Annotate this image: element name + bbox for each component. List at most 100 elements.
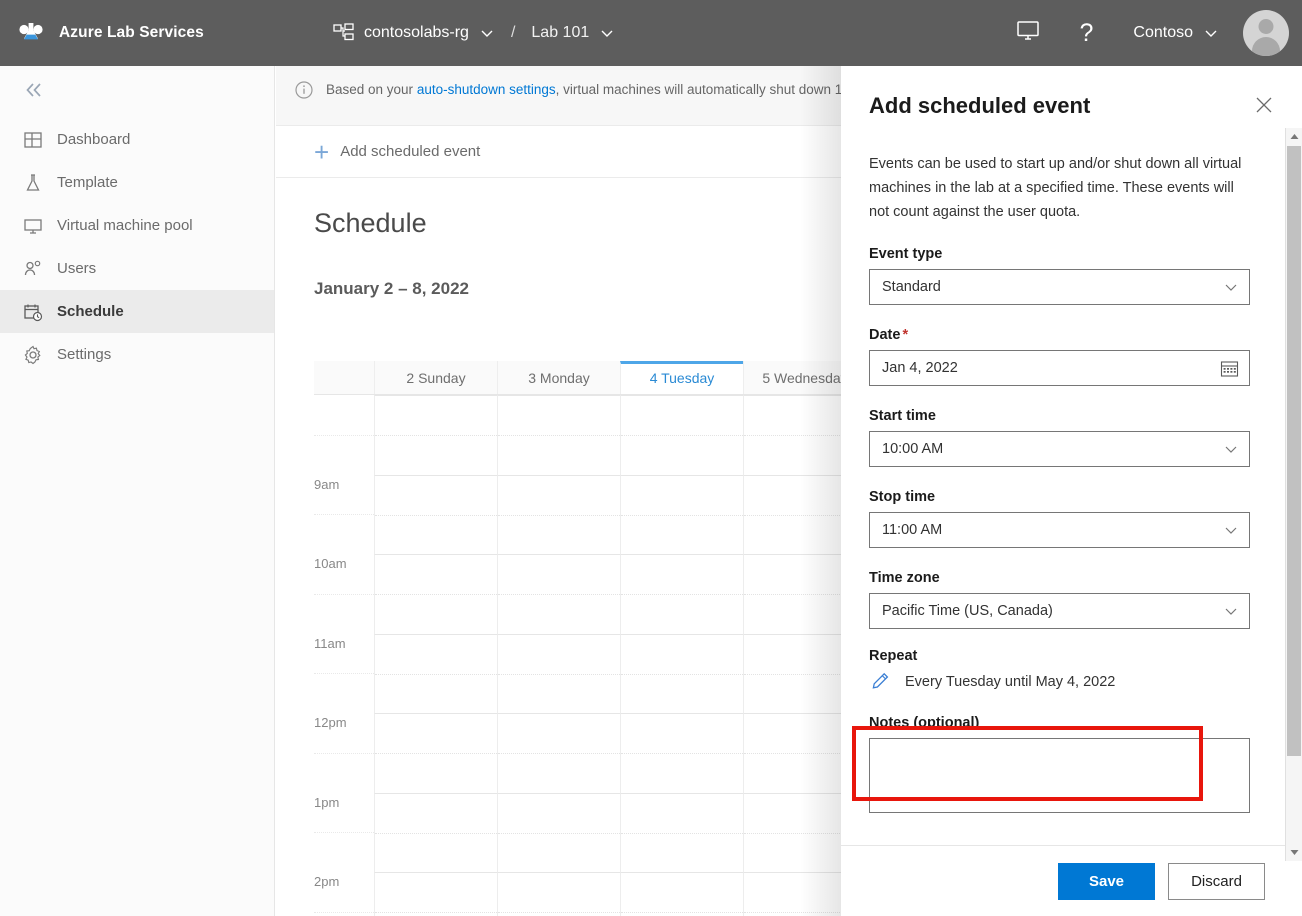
calendar-day-header-selected[interactable]: 4 Tuesday bbox=[620, 361, 743, 394]
panel-scrollbar[interactable] bbox=[1285, 128, 1302, 861]
sidebar-collapse-button[interactable] bbox=[0, 66, 274, 118]
start-time-value: 10:00 AM bbox=[882, 441, 943, 457]
sidebar-item-label: Schedule bbox=[57, 303, 124, 320]
repeat-field: Repeat Every Tuesday until May 4, 2022 bbox=[869, 648, 1250, 693]
sidebar: Dashboard Template Virtual machine pool bbox=[0, 66, 275, 916]
help-button[interactable]: ? bbox=[1060, 0, 1114, 66]
calendar-cell[interactable] bbox=[620, 872, 743, 916]
chevron-down-icon[interactable] bbox=[599, 25, 615, 41]
close-icon bbox=[1254, 102, 1274, 119]
calendar-cell[interactable] bbox=[620, 554, 743, 634]
sidebar-item-schedule[interactable]: Schedule bbox=[0, 290, 274, 333]
sidebar-item-virtual-machine-pool[interactable]: Virtual machine pool bbox=[0, 204, 274, 247]
calendar-cell[interactable] bbox=[374, 793, 497, 873]
calendar-cell[interactable] bbox=[620, 793, 743, 873]
calendar-cell[interactable] bbox=[497, 634, 620, 714]
sidebar-item-settings[interactable]: Settings bbox=[0, 333, 274, 376]
time-zone-select[interactable]: Pacific Time (US, Canada) bbox=[869, 593, 1250, 629]
info-text-before: Based on your bbox=[326, 82, 417, 97]
sidebar-item-label: Template bbox=[57, 174, 118, 191]
stop-time-label: Stop time bbox=[869, 489, 1250, 505]
calendar-cell[interactable] bbox=[620, 475, 743, 555]
calendar-icon[interactable] bbox=[1220, 359, 1239, 378]
calendar-cell[interactable] bbox=[620, 395, 743, 475]
sidebar-item-label: Dashboard bbox=[57, 131, 130, 148]
add-scheduled-event-label: Add scheduled event bbox=[340, 143, 480, 160]
double-chevron-left-icon bbox=[22, 80, 46, 105]
monitor-icon-button[interactable] bbox=[996, 0, 1060, 66]
scroll-down-arrow-icon[interactable] bbox=[1286, 844, 1302, 861]
calendar-cell[interactable] bbox=[497, 554, 620, 634]
save-button[interactable]: Save bbox=[1058, 863, 1155, 900]
chevron-down-icon bbox=[1223, 441, 1239, 457]
azure-lab-services-app: Azure Lab Services contosolabs-rg / Lab … bbox=[0, 0, 1302, 916]
calendar-cell[interactable] bbox=[374, 475, 497, 555]
calendar-time-label: 1pm bbox=[314, 793, 374, 873]
calendar-time-label: 11am bbox=[314, 634, 374, 714]
date-label: Date* bbox=[869, 327, 1250, 343]
calendar-time-label: 9am bbox=[314, 475, 374, 555]
calendar-cell[interactable] bbox=[374, 554, 497, 634]
discard-button[interactable]: Discard bbox=[1168, 863, 1265, 900]
flask-icon bbox=[22, 172, 44, 194]
calendar-time-label: 12pm bbox=[314, 713, 374, 793]
calendar-cell[interactable] bbox=[620, 713, 743, 793]
notes-input[interactable] bbox=[869, 738, 1250, 813]
calendar-cell[interactable] bbox=[497, 475, 620, 555]
panel-description: Events can be used to start up and/or sh… bbox=[869, 152, 1250, 224]
repeat-edit-row[interactable]: Every Tuesday until May 4, 2022 bbox=[869, 671, 1250, 693]
pencil-edit-icon[interactable] bbox=[869, 671, 891, 693]
event-type-select[interactable]: Standard bbox=[869, 269, 1250, 305]
breadcrumb-resource-group[interactable]: contosolabs-rg bbox=[364, 24, 469, 42]
calendar-day-header[interactable]: 2 Sunday bbox=[374, 361, 497, 394]
calendar-cell[interactable] bbox=[497, 713, 620, 793]
sidebar-item-template[interactable]: Template bbox=[0, 161, 274, 204]
event-type-label: Event type bbox=[869, 246, 1250, 262]
tenant-label: Contoso bbox=[1133, 24, 1193, 42]
info-circle-icon bbox=[294, 80, 314, 100]
tenant-menu[interactable]: Contoso bbox=[1113, 0, 1239, 66]
calendar-cell[interactable] bbox=[497, 793, 620, 873]
calendar-cell[interactable] bbox=[374, 713, 497, 793]
sidebar-item-dashboard[interactable]: Dashboard bbox=[0, 118, 274, 161]
stop-time-select[interactable]: 11:00 AM bbox=[869, 512, 1250, 548]
chevron-down-icon bbox=[1223, 522, 1239, 538]
calendar-day-header[interactable]: 3 Monday bbox=[497, 361, 620, 394]
panel-title: Add scheduled event bbox=[869, 93, 1090, 119]
calendar-cell[interactable] bbox=[497, 395, 620, 475]
brand-title: Azure Lab Services bbox=[59, 24, 204, 42]
repeat-label: Repeat bbox=[869, 648, 1250, 664]
users-icon bbox=[22, 258, 44, 280]
monitor-icon bbox=[22, 215, 44, 237]
chevron-down-icon bbox=[1203, 25, 1219, 41]
scrollbar-thumb[interactable] bbox=[1287, 146, 1301, 756]
time-zone-label: Time zone bbox=[869, 570, 1250, 586]
breadcrumb-lab[interactable]: Lab 101 bbox=[531, 24, 589, 42]
auto-shutdown-settings-link[interactable]: auto-shutdown settings bbox=[417, 82, 556, 97]
chevron-down-icon[interactable] bbox=[479, 25, 495, 41]
notes-label: Notes (optional) bbox=[869, 715, 1250, 731]
plus-icon: + bbox=[314, 139, 329, 165]
calendar-clock-icon bbox=[22, 301, 44, 323]
brand[interactable]: Azure Lab Services bbox=[14, 16, 204, 50]
calendar-gutter bbox=[314, 361, 374, 394]
help-icon: ? bbox=[1080, 21, 1094, 46]
sidebar-item-users[interactable]: Users bbox=[0, 247, 274, 290]
calendar-cell[interactable] bbox=[620, 634, 743, 714]
calendar-cell[interactable] bbox=[497, 872, 620, 916]
monitor-icon bbox=[1016, 20, 1040, 47]
chevron-down-icon bbox=[1223, 603, 1239, 619]
calendar-cell[interactable] bbox=[374, 872, 497, 916]
global-header: Azure Lab Services contosolabs-rg / Lab … bbox=[0, 0, 1302, 66]
avatar[interactable] bbox=[1243, 10, 1289, 56]
dashboard-grid-icon bbox=[22, 129, 44, 151]
scroll-up-arrow-icon[interactable] bbox=[1286, 128, 1302, 145]
start-time-select[interactable]: 10:00 AM bbox=[869, 431, 1250, 467]
calendar-time-label: 10am bbox=[314, 554, 374, 634]
calendar-cell[interactable] bbox=[374, 395, 497, 475]
panel-header: Add scheduled event bbox=[841, 66, 1302, 122]
close-button[interactable] bbox=[1250, 93, 1278, 122]
date-input[interactable]: Jan 4, 2022 bbox=[869, 350, 1250, 386]
add-scheduled-event-button[interactable]: + Add scheduled event bbox=[314, 139, 480, 165]
calendar-cell[interactable] bbox=[374, 634, 497, 714]
